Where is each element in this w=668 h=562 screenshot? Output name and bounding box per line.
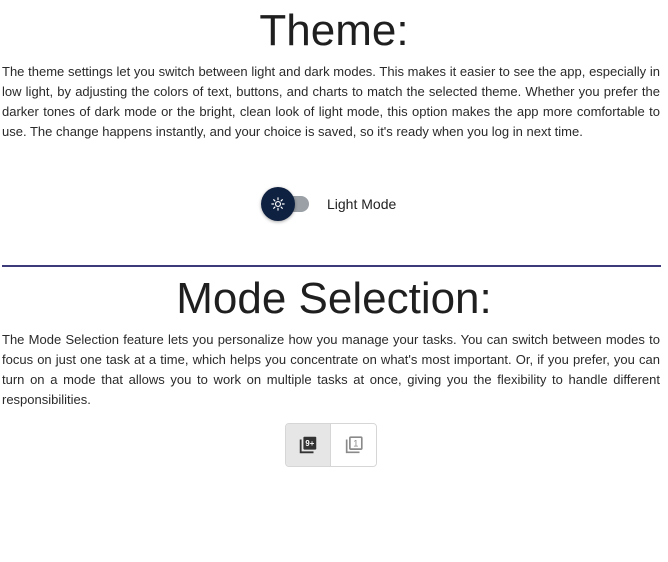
single-task-button[interactable]: 1 — [331, 424, 376, 466]
multiple-tasks-icon: 9+ — [297, 434, 319, 456]
mode-selection-description: The Mode Selection feature lets you pers… — [2, 332, 660, 407]
mode-toggle-group: 9+ 1 — [285, 423, 377, 467]
theme-title: Theme: — [259, 6, 409, 55]
theme-toggle-label: Light Mode — [327, 196, 397, 212]
sun-icon — [271, 197, 285, 211]
theme-description: The theme settings let you switch betwee… — [2, 64, 660, 139]
settings-page: Theme: The theme settings let you switch… — [0, 0, 668, 562]
section-divider — [2, 265, 661, 267]
single-task-icon: 1 — [343, 434, 365, 456]
mode-selection-title: Mode Selection: — [176, 274, 492, 323]
multiple-tasks-glyph: 9+ — [305, 439, 314, 448]
multiple-tasks-button[interactable]: 9+ — [286, 424, 332, 466]
switch-thumb[interactable] — [261, 187, 295, 221]
theme-toggle-row: Light Mode — [261, 186, 396, 222]
single-task-glyph: 1 — [353, 438, 358, 448]
theme-switch[interactable] — [261, 187, 311, 221]
